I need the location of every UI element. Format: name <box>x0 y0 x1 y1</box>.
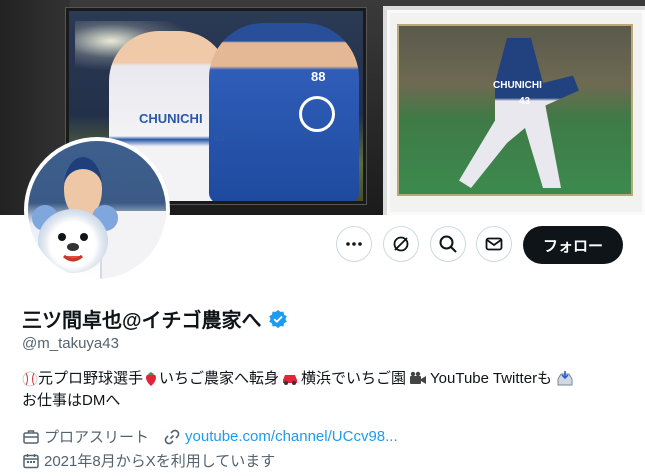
profile-joined-row: 2021年8月からXを利用しています <box>22 450 275 471</box>
inbox-icon <box>557 371 573 386</box>
jersey-number-c: 43 <box>519 96 531 107</box>
more-icon <box>346 242 362 246</box>
display-name: 三ツ間卓也@イチゴ農家へ <box>22 310 262 332</box>
baseball-icon <box>22 371 38 387</box>
calendar-icon <box>23 453 39 468</box>
bio-line-1: 元プロ野球選手 いちご農家へ転身 横浜でいちご園 YouTube Twitter… <box>22 368 622 390</box>
bio-seg-1: 元プロ野球選手 <box>38 370 144 387</box>
banner-photo-right: CHUNICHI 43 <box>397 24 633 196</box>
profile-bio: 元プロ野球選手 いちご農家へ転身 横浜でいちご園 YouTube Twitter… <box>22 368 622 412</box>
name-row: 三ツ間卓也@イチゴ農家へ <box>22 304 288 333</box>
message-button[interactable] <box>476 226 512 262</box>
profile-joined-date: 2021年8月からXを利用しています <box>44 453 276 470</box>
bio-seg-3: 横浜でいちご園 <box>301 370 407 387</box>
bio-line-2: お仕事はDMへ <box>22 392 121 409</box>
link-icon <box>164 429 180 444</box>
profile-website-link[interactable]: youtube.com/channel/UCcv98... <box>185 428 398 445</box>
grok-icon <box>393 236 409 252</box>
bio-seg-2: いちご農家へ転身 <box>159 370 280 387</box>
jersey-number-a: 43 <box>213 133 225 144</box>
camera-icon <box>410 371 427 384</box>
search-icon <box>439 235 457 253</box>
briefcase-icon <box>23 429 39 444</box>
profile-category: プロアスリート <box>44 429 150 446</box>
car-icon <box>283 375 298 385</box>
verified-badge-icon[interactable] <box>268 309 288 329</box>
profile-meta: プロアスリート youtube.com/channel/UCcv98... <box>22 426 398 447</box>
more-button[interactable] <box>336 226 372 262</box>
grok-button[interactable] <box>383 226 419 262</box>
follow-button[interactable]: フォロー <box>523 226 623 264</box>
banner-number-b: 88 <box>311 69 325 84</box>
mail-icon <box>485 237 503 251</box>
strawberry-icon <box>146 372 156 386</box>
bio-seg-4: YouTube Twitterも <box>430 370 553 387</box>
banner-jersey-text: CHUNICHI 43 <box>139 111 225 144</box>
jersey-text-left: CHUNICHI <box>139 111 203 126</box>
user-handle: @m_takuya43 <box>22 335 119 352</box>
jersey-number-b: 88 <box>311 69 325 84</box>
jersey-text-right: CHUNICHI <box>493 80 542 91</box>
profile-avatar[interactable] <box>24 137 170 283</box>
mascot-koala <box>38 209 108 273</box>
mascot-face-icon <box>58 233 88 262</box>
search-button[interactable] <box>430 226 466 262</box>
pitcher-jersey-text: CHUNICHI 43 <box>493 80 542 107</box>
